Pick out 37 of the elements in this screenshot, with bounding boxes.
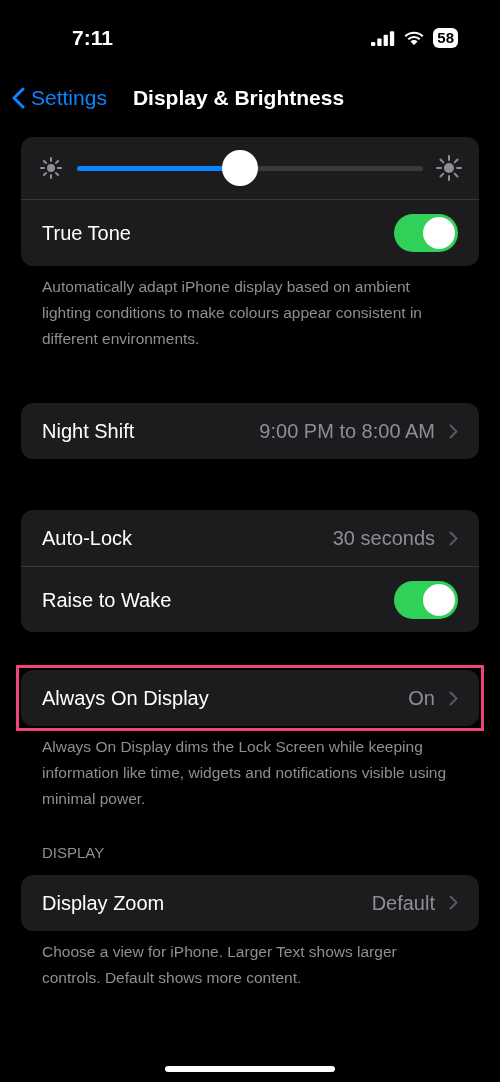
row-value: 30 seconds — [332, 526, 435, 551]
chevron-icon — [449, 530, 458, 546]
settings-row[interactable]: True Tone — [21, 200, 479, 266]
chevron-icon — [449, 895, 458, 910]
settings-row[interactable]: Auto-Lock 30 seconds — [21, 510, 479, 566]
settings-row[interactable]: Display Zoom Default — [21, 874, 479, 931]
sun-icon — [37, 154, 65, 182]
toggle-switch[interactable] — [394, 214, 458, 252]
footer-note: Choose a view for iPhone. Larger Text shows larger controls. Default shows more content. — [41, 941, 398, 988]
row-label: Display Zoom — [42, 890, 165, 916]
status-time: 7:11 — [72, 25, 113, 52]
signal-icon — [371, 30, 396, 46]
toggle-switch[interactable] — [394, 580, 458, 619]
settings-row[interactable]: Raise to Wake — [21, 566, 479, 632]
row-label: True Tone — [42, 221, 131, 246]
settings-row[interactable]: Night Shift 9:00 PM to 8:00 AM — [21, 403, 479, 459]
back-chevron-icon — [12, 87, 25, 109]
settings-row[interactable]: Always On Display On — [21, 670, 479, 726]
slider-thumb[interactable] — [221, 150, 258, 186]
row-value: On — [408, 686, 435, 711]
section-header: DISPLAY — [41, 843, 106, 863]
row-label: Night Shift — [42, 419, 135, 444]
brightness-slider[interactable] — [77, 150, 423, 186]
chevron-icon — [449, 690, 458, 706]
row-value: Default — [371, 890, 435, 916]
footer-note: Automatically adapt iPhone display based on ambient lighting conditions to make colours appear consistent in different environments. — [41, 277, 423, 349]
battery-level: 58 — [433, 28, 458, 48]
chevron-icon — [449, 423, 458, 439]
wifi-icon — [403, 30, 426, 46]
row-value: 9:00 PM to 8:00 AM — [259, 419, 435, 444]
sun-icon — [435, 154, 463, 182]
footer-note: Always On Display dims the Lock Screen while keeping information like time, widgets and notifications visible using minimal power. — [41, 737, 448, 809]
row-label: Auto-Lock — [42, 526, 133, 551]
page-title: Display & Brightness — [132, 85, 345, 112]
row-label: Always On Display — [42, 686, 209, 711]
row-label: Raise to Wake — [42, 587, 172, 613]
back-button[interactable]: Settings — [12, 82, 107, 114]
